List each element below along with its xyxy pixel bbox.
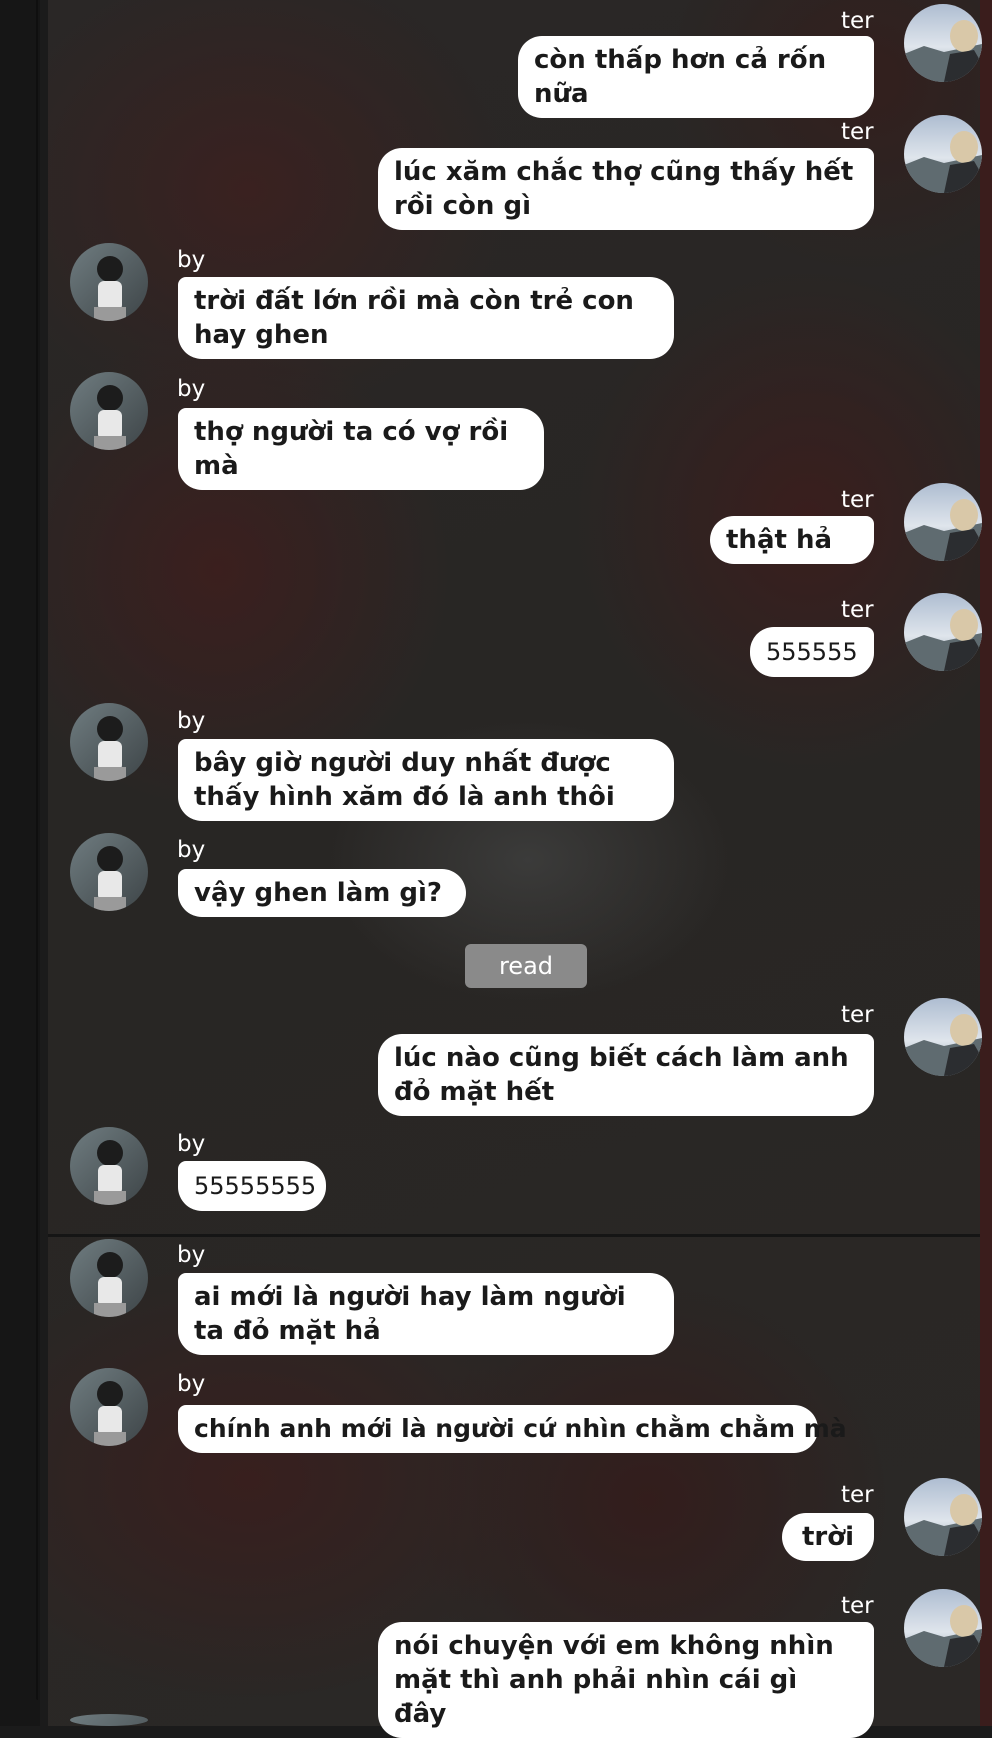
avatar-ter-icon[interactable] <box>904 593 982 671</box>
message-bubble[interactable]: thật hả <box>710 516 874 564</box>
message-bubble[interactable]: bây giờ người duy nhất được thấy hình xă… <box>178 739 674 821</box>
message-bubble[interactable]: còn thấp hơn cả rốn nữa <box>518 36 874 118</box>
avatar-by-icon[interactable] <box>70 1368 148 1446</box>
avatar-by-icon[interactable] <box>70 1239 148 1317</box>
avatar-ter-icon[interactable] <box>904 483 982 561</box>
avatar-by-icon[interactable] <box>70 833 148 911</box>
sender-name: ter <box>841 1593 874 1619</box>
sender-name: by <box>177 1131 206 1157</box>
avatar-ter-icon[interactable] <box>904 115 982 193</box>
avatar-ter-icon[interactable] <box>904 4 982 82</box>
message-bubble[interactable]: trời <box>782 1513 874 1561</box>
sender-name: by <box>177 1371 206 1397</box>
left-rail-edge <box>36 0 38 1700</box>
sender-name: ter <box>841 1482 874 1508</box>
section-divider <box>48 1234 980 1237</box>
sender-name: by <box>177 376 206 402</box>
sender-name: ter <box>841 1002 874 1028</box>
avatar-ter-icon[interactable] <box>904 1478 982 1556</box>
message-bubble[interactable]: trời đất lớn rồi mà còn trẻ con hay ghen <box>178 277 674 359</box>
message-bubble[interactable]: lúc nào cũng biết cách làm anh đỏ mặt hế… <box>378 1034 874 1116</box>
sender-name: ter <box>841 597 874 623</box>
left-rail <box>0 0 40 1726</box>
message-bubble[interactable]: vậy ghen làm gì? <box>178 869 466 917</box>
sender-name: ter <box>841 119 874 145</box>
sender-name: ter <box>841 8 874 34</box>
avatar-ter-icon[interactable] <box>904 1589 982 1667</box>
sender-name: by <box>177 708 206 734</box>
avatar-by-icon[interactable] <box>70 1127 148 1205</box>
message-bubble[interactable]: chính anh mới là người cứ nhìn chằm chằm… <box>178 1405 847 1453</box>
avatar-by-icon[interactable] <box>70 243 148 321</box>
sender-name: by <box>177 837 206 863</box>
read-receipt: read <box>465 944 587 988</box>
avatar-by-icon[interactable] <box>70 703 148 781</box>
message-bubble[interactable]: lúc xăm chắc thợ cũng thấy hết rồi còn g… <box>378 148 874 230</box>
right-rail <box>980 0 992 1726</box>
sender-name: ter <box>841 487 874 513</box>
message-bubble[interactable]: 55555555 <box>178 1161 326 1211</box>
sender-name: by <box>177 1242 206 1268</box>
message-bubble[interactable]: 555555 <box>750 627 874 677</box>
avatar-by-icon[interactable] <box>70 1714 148 1726</box>
avatar-ter-icon[interactable] <box>904 998 982 1076</box>
message-bubble[interactable]: thợ người ta có vợ rồi mà <box>178 408 544 490</box>
sender-name: by <box>177 247 206 273</box>
avatar-by-icon[interactable] <box>70 372 148 450</box>
message-bubble[interactable]: nói chuyện với em không nhìn mặt thì anh… <box>378 1622 874 1738</box>
message-bubble[interactable]: ai mới là người hay làm người ta đỏ mặt … <box>178 1273 674 1355</box>
